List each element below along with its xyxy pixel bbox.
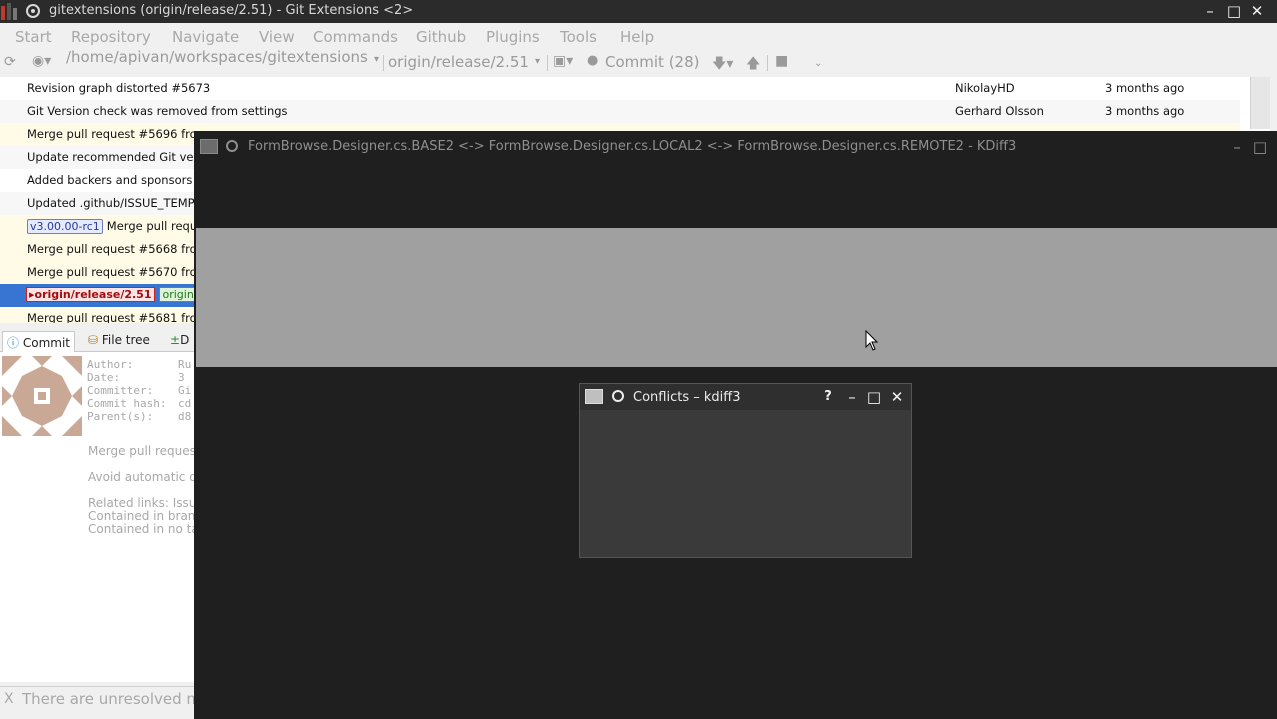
toolbar-separator: [383, 55, 384, 71]
commit-message-line: Merge pull request: [88, 444, 194, 458]
ge-titlebar[interactable]: gitextensions (origin/release/2.51) - Gi…: [0, 0, 1277, 23]
menu-github[interactable]: Github: [416, 28, 466, 46]
tab-commit[interactable]: ⓘ Commit: [2, 331, 75, 352]
commit-details: Author: Ru Date: 3 Committer: Gi Commit has…: [0, 352, 194, 682]
commit-message-line: Avoid automatic q: [88, 470, 194, 484]
remote-branch-label[interactable]: origin: [159, 287, 197, 302]
revision-date: 3 months ago: [1105, 81, 1185, 95]
menu-view[interactable]: View: [259, 28, 295, 46]
branch-label[interactable]: ▸origin/release/2.51: [26, 287, 156, 302]
minimize-button[interactable]: –: [843, 388, 861, 406]
menu-commands[interactable]: Commands: [313, 28, 398, 46]
conflicts-titlebar[interactable]: Conflicts – kdiff3 ? – □ ✕: [580, 384, 911, 410]
close-button[interactable]: ✕: [1248, 2, 1266, 20]
author-field: Author: Ru: [87, 358, 192, 371]
minimize-button[interactable]: –: [1228, 138, 1246, 156]
revision-message: Merge pull request #5668 from: [27, 242, 208, 256]
pin-icon[interactable]: [612, 390, 624, 402]
conflicts-app-icon: [585, 389, 603, 404]
tab-diff[interactable]: ±D: [166, 331, 193, 352]
avatar: [2, 356, 82, 436]
repository-menu-icon[interactable]: ◉▾: [32, 53, 51, 69]
date-field: Date: 3: [87, 371, 185, 384]
revision-message: Update recommended Git version: [27, 150, 222, 164]
console-icon[interactable]: ■: [775, 53, 788, 69]
kdiff3-window-title: FormBrowse.Designer.cs.BASE2 <-> FormBro…: [248, 139, 1017, 154]
status-bar: X There are unresolved m: [0, 686, 201, 712]
file-tree-icon: ⛁: [88, 333, 99, 347]
close-button[interactable]: ✕: [888, 388, 906, 406]
version-tag[interactable]: v3.00.00-rc1: [27, 219, 103, 234]
pin-icon[interactable]: [226, 140, 238, 152]
commit-hash-field[interactable]: Commit hash: cd: [87, 397, 191, 410]
toolbar-separator: [767, 55, 768, 71]
pin-icon[interactable]: [26, 4, 40, 18]
revision-refs: ▸origin/release/2.51 origin: [26, 287, 197, 302]
diff-icon: ±: [170, 333, 181, 347]
chevron-down-icon[interactable]: ▾: [535, 56, 540, 67]
revision-author: NikolayHD: [955, 81, 1015, 95]
kdiff3-app-icon: [200, 139, 218, 154]
tab-file-tree[interactable]: ⛁ File tree: [84, 331, 154, 352]
git-extensions-app-icon: [1, 3, 17, 20]
help-button[interactable]: ?: [819, 388, 837, 406]
maximize-button[interactable]: □: [1225, 2, 1243, 20]
menu-plugins[interactable]: Plugins: [486, 28, 540, 46]
stash-icon[interactable]: ▣▾: [553, 53, 573, 69]
branch-selector[interactable]: origin/release/2.51: [388, 53, 529, 71]
conflicts-dialog-title: Conflicts – kdiff3: [633, 390, 741, 405]
revision-message: v3.00.00-rc1 Merge pull request: [27, 219, 215, 234]
repository-path[interactable]: /home/apivan/workspaces/gitextensions: [66, 48, 368, 66]
revision-message: Git Version check was removed from setti…: [27, 104, 288, 118]
menu-repository[interactable]: Repository: [71, 28, 151, 46]
menu-help[interactable]: Help: [620, 28, 654, 46]
contained-in-branches: Contained in branc: [88, 509, 194, 523]
revision-message: Added backers and sponsors: [27, 173, 193, 187]
revision-message: Revision graph distorted #5673: [27, 81, 211, 95]
revision-message: Merge pull request #5670 from: [27, 265, 208, 279]
minimize-button[interactable]: –: [1201, 2, 1219, 20]
kdiff3-titlebar[interactable]: FormBrowse.Designer.cs.BASE2 <-> FormBro…: [194, 131, 1277, 163]
menu-navigate[interactable]: Navigate: [172, 28, 239, 46]
maximize-button[interactable]: □: [865, 388, 883, 406]
toolbar: ⟳ ◉▾ /home/apivan/workspaces/gitextensio…: [0, 48, 1270, 77]
window-title: gitextensions (origin/release/2.51) - Gi…: [49, 3, 414, 18]
unresolved-conflicts-notice[interactable]: There are unresolved m: [22, 690, 201, 708]
revision-row[interactable]: Revision graph distorted #5673 NikolayHD…: [0, 77, 1240, 100]
conflicts-dialog: Conflicts – kdiff3 ? – □ ✕: [579, 383, 912, 558]
refresh-icon[interactable]: ⟳: [4, 54, 16, 70]
toolbar-separator: [547, 55, 548, 71]
commit-icon[interactable]: ●: [587, 53, 598, 68]
revision-row[interactable]: Git Version check was removed from setti…: [0, 100, 1240, 123]
revision-author: Gerhard Olsson: [955, 104, 1044, 118]
contained-in-tags: Contained in no ta: [88, 522, 194, 536]
kdiff3-content-area[interactable]: [196, 228, 1277, 367]
toolbar-overflow-icon[interactable]: ⌄: [814, 58, 822, 69]
details-tabs: ⓘ Commit ⛁ File tree ±D: [0, 329, 194, 352]
maximize-button[interactable]: □: [1251, 138, 1269, 156]
revision-scrollbar[interactable]: [1250, 77, 1270, 129]
pull-icon[interactable]: 🡇▾: [712, 53, 733, 77]
commit-button[interactable]: Commit (28): [605, 53, 699, 71]
mouse-cursor-icon: [865, 330, 879, 351]
parents-field[interactable]: Parent(s): d8: [87, 410, 191, 423]
related-links[interactable]: Related links: Issue: [88, 496, 194, 510]
revision-message: Merge pull request #5681 from: [27, 311, 208, 323]
menu-tools[interactable]: Tools: [560, 28, 597, 46]
info-icon: ⓘ: [7, 336, 20, 350]
chevron-down-icon[interactable]: ▾: [374, 54, 379, 65]
revision-date: 3 months ago: [1105, 104, 1185, 118]
push-icon[interactable]: 🡅: [746, 53, 760, 77]
menu-start[interactable]: Start: [15, 28, 52, 46]
menu-bar: Start Repository Navigate View Commands …: [0, 23, 1277, 50]
dismiss-notification-button[interactable]: X: [4, 691, 14, 707]
committer-field: Committer: Gi: [87, 384, 192, 397]
